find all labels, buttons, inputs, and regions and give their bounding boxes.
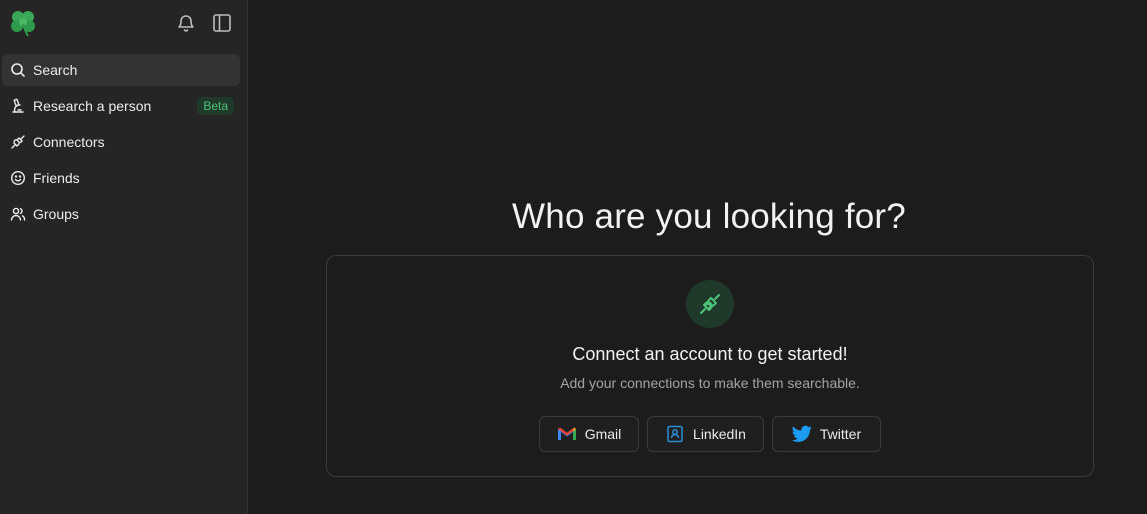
bell-icon[interactable]	[175, 12, 197, 34]
sidebar-header	[0, 0, 248, 46]
sidebar-item-label: Friends	[33, 170, 80, 186]
plug-icon	[10, 134, 26, 150]
card-title: Connect an account to get started!	[572, 344, 848, 364]
card-subtitle: Add your connections to make them search…	[560, 375, 860, 391]
linkedin-icon	[665, 424, 685, 444]
gmail-icon	[557, 424, 577, 444]
sidebar-item-label: Search	[33, 62, 78, 78]
clover-logo-icon[interactable]	[8, 9, 38, 37]
main-content: Who are you looking for? Connect an acco…	[249, 0, 1147, 514]
twitter-button[interactable]: Twitter	[772, 416, 881, 452]
beta-badge: Beta	[197, 97, 234, 115]
linkedin-button[interactable]: LinkedIn	[647, 416, 764, 452]
sidebar-item-label: Connectors	[33, 134, 105, 150]
sidebar-item-search[interactable]: Search	[2, 54, 240, 86]
connect-account-card: Connect an account to get started! Add y…	[326, 255, 1094, 477]
microscope-icon	[10, 98, 26, 114]
smiley-icon	[10, 170, 26, 186]
button-label: Twitter	[819, 426, 862, 442]
twitter-icon	[791, 424, 812, 444]
plug-icon	[686, 280, 734, 328]
sidebar-item-research-a-person[interactable]: Research a person Beta	[2, 90, 240, 122]
users-icon	[10, 206, 26, 222]
sidebar: Search Research a person Beta Connectors…	[0, 0, 248, 514]
sidebar-item-groups[interactable]: Groups	[2, 198, 240, 230]
gmail-button[interactable]: Gmail	[539, 416, 639, 452]
sidebar-nav: Search Research a person Beta Connectors…	[2, 54, 240, 234]
sidebar-item-connectors[interactable]: Connectors	[2, 126, 240, 158]
button-label: Gmail	[584, 426, 622, 442]
button-label: LinkedIn	[693, 426, 746, 442]
page-title: Who are you looking for?	[512, 197, 906, 236]
sidebar-item-friends[interactable]: Friends	[2, 162, 240, 194]
sidebar-toggle-icon[interactable]	[211, 12, 233, 34]
sidebar-item-label: Groups	[33, 206, 79, 222]
search-icon	[10, 62, 26, 78]
sidebar-item-label: Research a person	[33, 98, 152, 114]
